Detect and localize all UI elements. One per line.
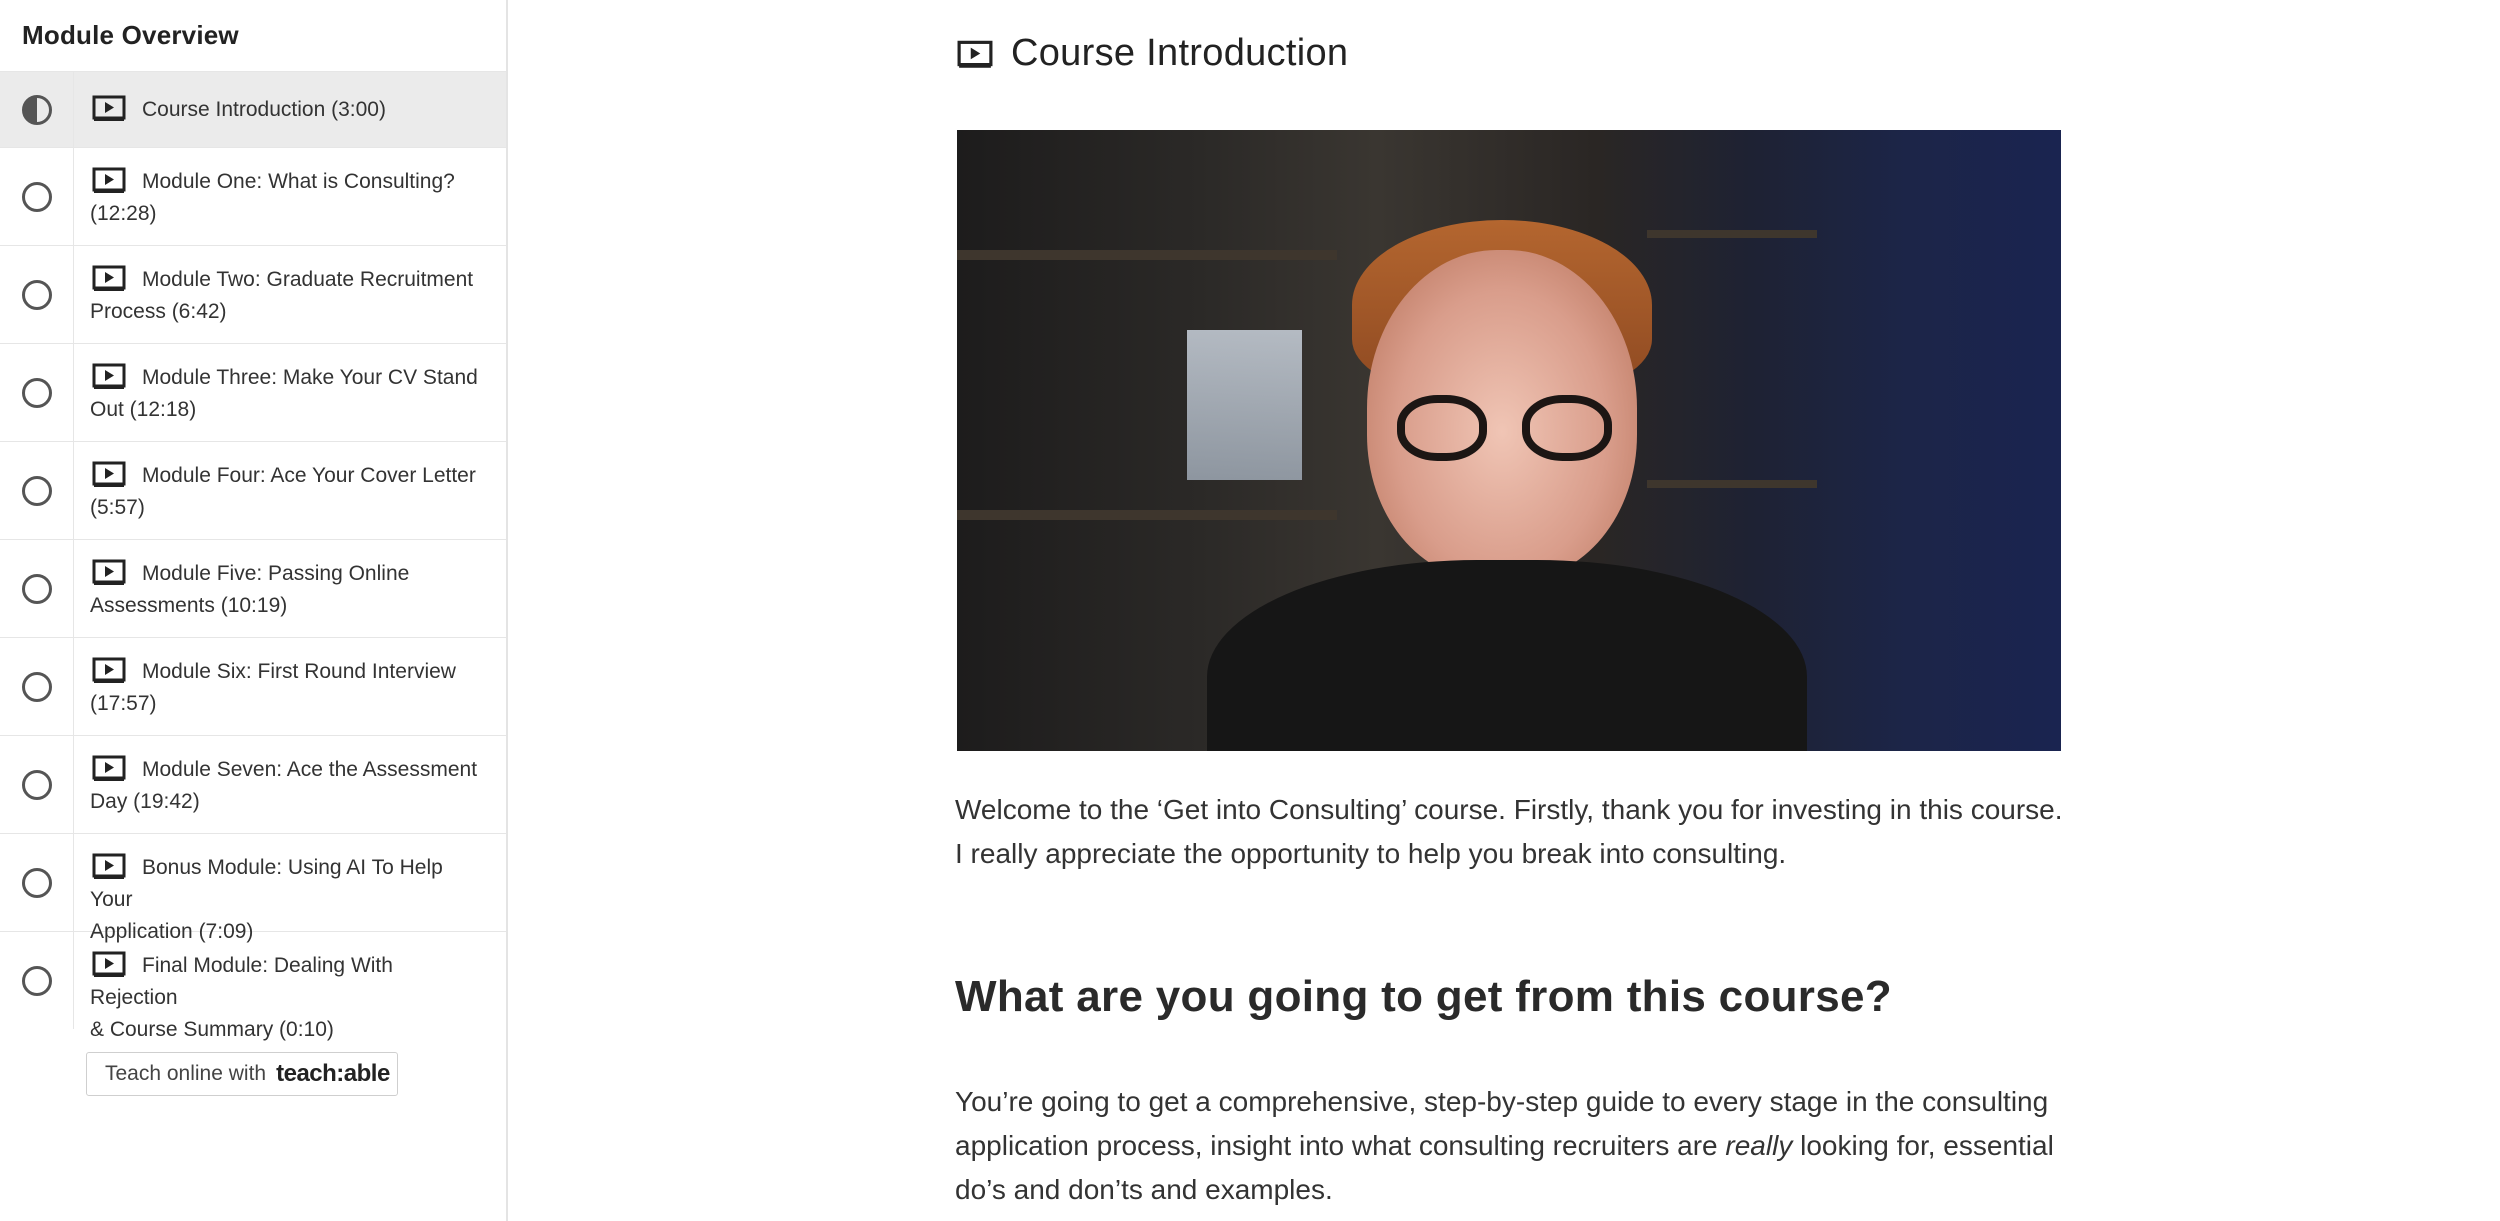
incomplete-circle-icon[interactable]: [21, 573, 52, 604]
teachable-logo: teach:able: [276, 1060, 390, 1087]
lecture-duration: (17:57): [90, 692, 157, 715]
section-heading: What are you going to get from this cour…: [955, 972, 1892, 1021]
video-play-icon: [92, 559, 126, 585]
lecture-duration: (5:57): [90, 496, 145, 519]
lecture-item-1[interactable]: Module One: What is Consulting? (12:28): [0, 147, 506, 245]
module-overview-heading: Module Overview: [22, 20, 239, 50]
incomplete-circle-icon[interactable]: [21, 965, 52, 996]
lecture-title: Module Two: Graduate Recruitment: [142, 268, 474, 291]
video-play-icon: [92, 853, 126, 879]
lecture-item-2[interactable]: Module Two: Graduate Recruitment Process …: [0, 245, 506, 343]
presenter-shirt: [1207, 560, 1807, 751]
lecture-item-9[interactable]: Final Module: Dealing With Rejection & Co…: [0, 931, 506, 1041]
lecture-item-6[interactable]: Module Six: First Round Interview (17:57): [0, 637, 506, 735]
lecture-title: Module Three: Make Your CV Stand: [142, 366, 478, 389]
lecture-duration: Day (19:42): [90, 790, 200, 813]
lecture-title: Module Four: Ace Your Cover Letter: [142, 464, 476, 487]
teach-online-badge[interactable]: Teach online with teach:able: [86, 1052, 398, 1096]
page-title: Course Introduction: [1011, 32, 1349, 74]
lecture-title: Module One: What is Consulting?: [142, 170, 455, 193]
video-play-icon: [92, 951, 126, 977]
incomplete-circle-icon[interactable]: [21, 181, 52, 212]
in-progress-circle-icon: [21, 94, 52, 125]
lecture-duration: Process (6:42): [90, 300, 227, 323]
incomplete-circle-icon[interactable]: [21, 475, 52, 506]
lecture-title: Bonus Module: Using AI To Help Your: [90, 856, 443, 911]
lecture-item-8[interactable]: Bonus Module: Using AI To Help Your Appli…: [0, 833, 506, 943]
lecture-duration: Assessments (10:19): [90, 594, 288, 617]
description-emphasis: really: [1725, 1130, 1793, 1161]
incomplete-circle-icon[interactable]: [21, 867, 52, 898]
video-play-icon: [92, 461, 126, 487]
presenter-glasses: [1397, 395, 1617, 465]
video-play-icon: [92, 167, 126, 193]
video-player[interactable]: [957, 130, 2061, 751]
video-play-icon: [92, 95, 126, 121]
background-window: [1187, 330, 1302, 480]
lecture-item-0[interactable]: Course Introduction (3:00): [0, 71, 506, 147]
incomplete-circle-icon[interactable]: [21, 769, 52, 800]
incomplete-circle-icon[interactable]: [21, 377, 52, 408]
lecture-duration: Out (12:18): [90, 398, 197, 421]
lecture-title: Course Introduction (3:00): [142, 98, 386, 121]
video-play-icon: [92, 657, 126, 683]
lecture-title: Module Five: Passing Online: [142, 562, 410, 585]
course-description-paragraph: You’re going to get a comprehensive, ste…: [955, 1080, 2065, 1212]
video-play-icon: [92, 363, 126, 389]
incomplete-circle-icon[interactable]: [21, 279, 52, 310]
status-cell: [0, 72, 74, 147]
lecture-title: Module Seven: Ace the Assessment: [142, 758, 478, 781]
intro-paragraph: Welcome to the ‘Get into Consulting’ cou…: [955, 794, 2063, 869]
sidebar: Module Overview Course Introduction (3:0…: [0, 0, 508, 1221]
lecture-item-3[interactable]: Module Three: Make Your CV Stand Out (12:…: [0, 343, 506, 441]
video-play-icon: [92, 265, 126, 291]
video-play-icon: [92, 755, 126, 781]
lecture-title: Module Six: First Round Interview: [142, 660, 456, 683]
lecture-item-4[interactable]: Module Four: Ace Your Cover Letter (5:57): [0, 441, 506, 539]
lecture-duration: (12:28): [90, 202, 157, 225]
lecture-duration: & Course Summary (0:10): [90, 1018, 334, 1041]
lecture-item-7[interactable]: Module Seven: Ace the Assessment Day (19:…: [0, 735, 506, 833]
incomplete-circle-icon[interactable]: [21, 671, 52, 702]
video-play-icon: [957, 40, 993, 68]
teach-online-text: Teach online with: [105, 1062, 267, 1085]
lecture-item-5[interactable]: Module Five: Passing Online Assessments (…: [0, 539, 506, 637]
lecture-title-row: Course Introduction: [955, 32, 1348, 75]
lecture-title: Final Module: Dealing With Rejection: [90, 954, 393, 1009]
